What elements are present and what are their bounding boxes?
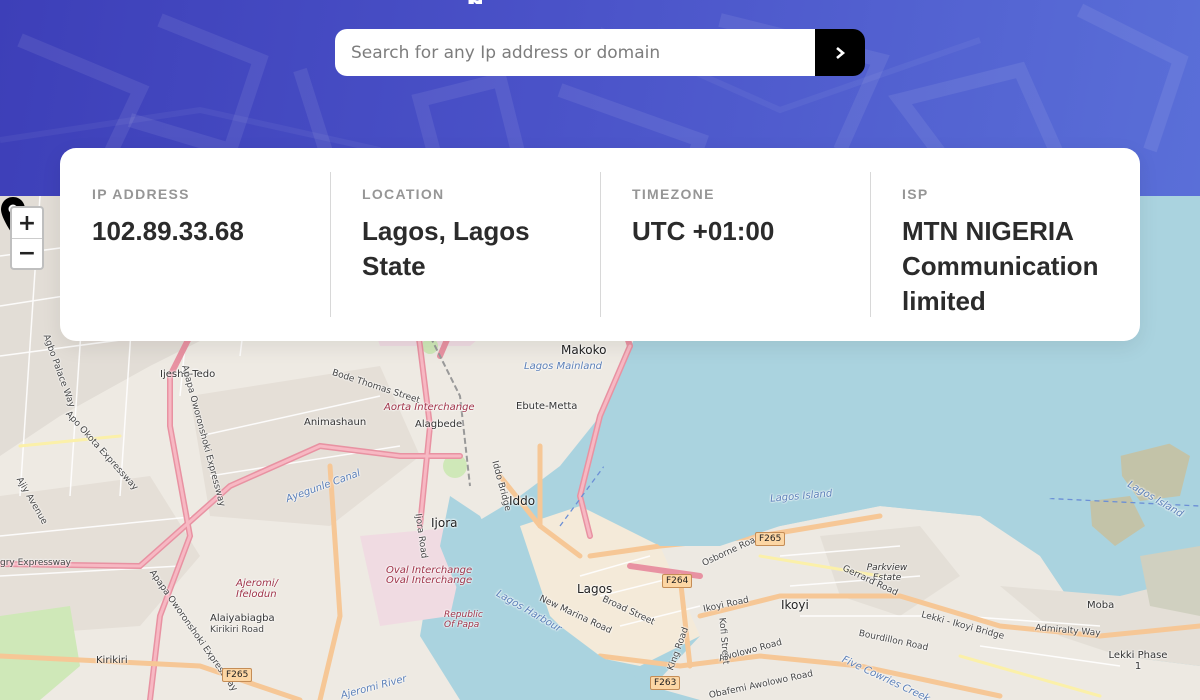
map-label-ebute-metta: Ebute-Metta [516,401,578,412]
map-label-animashaun: Animashaun [304,417,367,428]
map-label-ikoyi: Ikoyi [781,598,809,612]
page-title-fragment: p [466,0,482,4]
search-bar [335,29,865,76]
map-label-ijora: Ijora [431,516,458,530]
search-input[interactable] [335,29,815,76]
location-label: LOCATION [362,186,445,202]
map-label-expressway: gry Expressway [0,558,71,568]
isp-value: MTN NIGERIA Communication limited [902,216,1099,316]
road-shield-f263: F263 [650,676,681,690]
map-label-kirikiri-road: Kirikiri Road [210,625,264,635]
map-label-oval-interchange-2: Oval Interchange [386,575,473,586]
ip-info-card: IP ADDRESS 102.89.33.68 LOCATION Lagos, … [60,148,1140,341]
map-label-moba: Moba [1087,600,1115,611]
isp-label: ISP [902,186,929,202]
timezone-label: TIMEZONE [632,186,715,202]
map-label-makoko: Makoko [561,343,607,357]
road-shield-f265-west: F265 [222,668,253,682]
road-shield-f264: F264 [662,574,693,588]
map-label-aorta-interchange: Aorta Interchange [384,402,475,413]
zoom-in-button[interactable]: + [12,208,42,238]
map-label-ajeromi: Ajeromi/ Ifelodun [236,578,278,600]
zoom-control: + − [10,206,44,270]
map-label-lagos: Lagos [577,582,613,596]
isp-section: ISP MTN NIGERIA Communication limited [870,172,1140,317]
map-label-lagos-mainland: Lagos Mainland [524,361,603,372]
map-label-lekki-phase: Lekki Phase 1 [1108,650,1168,672]
location-section: LOCATION Lagos, Lagos State [330,172,600,317]
ip-address-section: IP ADDRESS 102.89.33.68 [60,172,330,317]
map-label-alaiyabiagba: Alaiyabiagba [210,613,275,624]
ip-address-value: 102.89.33.68 [92,216,244,246]
map-label-iddo: Iddo [509,494,536,508]
map-label-kirikiri: Kirikiri [96,655,128,666]
location-value: Lagos, Lagos State [362,216,530,281]
timezone-section: TIMEZONE UTC +01:00 [600,172,870,317]
timezone-value: UTC +01:00 [632,216,775,246]
ip-address-label: IP ADDRESS [92,186,190,202]
search-button[interactable] [815,29,865,76]
map-label-alagbede: Alagbede [415,419,463,430]
road-shield-f265: F265 [755,532,786,546]
map-label-republic-papa: Republic Of Papa [444,610,483,630]
zoom-out-button[interactable]: − [12,238,42,268]
chevron-right-icon [836,46,846,59]
